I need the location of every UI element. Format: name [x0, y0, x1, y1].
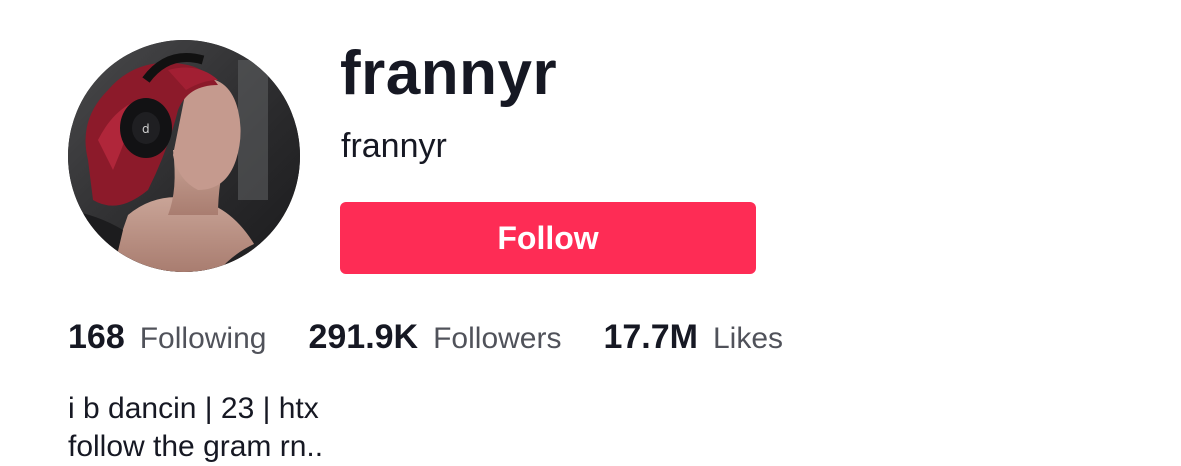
- svg-text:d: d: [142, 122, 150, 136]
- likes-label: Likes: [712, 322, 784, 355]
- bio-line: follow the gram rn..: [68, 430, 324, 463]
- stat-followers[interactable]: 291.9K Followers: [308, 318, 561, 357]
- profile-photo: d: [68, 40, 300, 272]
- stat-likes: 17.7M Likes: [603, 318, 783, 357]
- display-name: frannyr: [340, 39, 558, 108]
- bio-line: i b dancin | 23 | htx: [68, 392, 319, 425]
- avatar[interactable]: d: [68, 40, 300, 272]
- bio: i b dancin | 23 | htx follow the gram rn…: [68, 390, 323, 466]
- following-count: 168: [68, 318, 125, 356]
- follow-button[interactable]: Follow: [340, 202, 756, 274]
- profile-stats: 168 Following 291.9K Followers 17.7M Lik…: [68, 318, 825, 357]
- likes-count: 17.7M: [603, 318, 698, 356]
- following-label: Following: [139, 322, 267, 355]
- stat-following[interactable]: 168 Following: [68, 318, 266, 357]
- followers-count: 291.9K: [308, 318, 419, 356]
- followers-label: Followers: [433, 322, 562, 355]
- username: frannyr: [341, 127, 447, 165]
